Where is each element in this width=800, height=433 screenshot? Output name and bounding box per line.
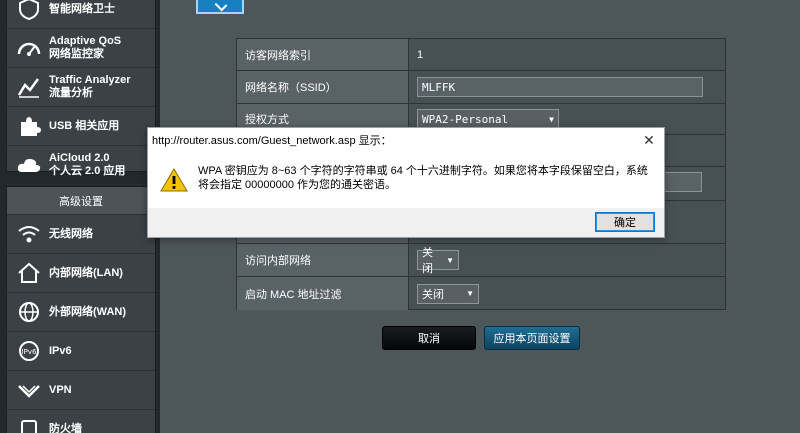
sidebar-item-label: VPN <box>49 383 72 396</box>
chevron-down-icon: ▼ <box>466 289 474 298</box>
sidebar-item-sublabel: 网络监控家 <box>49 48 104 60</box>
sidebar-item-label: 内部网络(LAN) <box>49 266 123 279</box>
alert-dialog: http://router.asus.com/Guest_network.asp… <box>147 127 665 238</box>
sidebar-item-label: 无线网络 <box>49 227 93 240</box>
ssid-label: 网络名称（SSID） <box>237 71 409 103</box>
sidebar-item-aicloud[interactable]: AiCloud 2.0 个人云 2.0 应用 <box>7 146 155 185</box>
sidebar-item-sublabel: 流量分析 <box>49 87 93 99</box>
dialog-title: http://router.asus.com/Guest_network.asp… <box>148 128 664 152</box>
form-row-ssid: 网络名称（SSID） MLFFK <box>237 71 725 104</box>
close-icon[interactable]: ✕ <box>640 131 658 149</box>
sidebar-item-network-guard[interactable]: 智能网络卫士 <box>7 0 155 29</box>
access-intranet-cell: 关闭 ▼ <box>409 244 725 276</box>
sidebar: 智能网络卫士 Adaptive QoS 网络监控家 Traffic Analyz… <box>0 0 160 433</box>
chart-icon <box>15 74 43 100</box>
sidebar-item-wan[interactable]: 外部网络(WAN) <box>7 293 155 332</box>
sidebar-item-usb-apps[interactable]: USB 相关应用 <box>7 107 155 146</box>
cancel-button[interactable]: 取消 <box>382 326 476 350</box>
sidebar-item-wireless[interactable]: 无线网络 <box>7 215 155 254</box>
advanced-menu: 高级设置 无线网络 内部网络(LAN) 外部网络(WAN) IPv6 IPv6 <box>6 186 156 433</box>
ok-button[interactable]: 确定 <box>595 212 655 232</box>
sidebar-item-traffic-analyzer[interactable]: Traffic Analyzer 流量分析 <box>7 68 155 107</box>
access-intranet-value: 关闭 <box>422 247 433 275</box>
sidebar-item-firewall[interactable]: 防火墙 <box>7 410 155 433</box>
sidebar-item-label: IPv6 <box>49 344 72 357</box>
sidebar-item-label: Traffic Analyzer <box>49 74 131 86</box>
access-intranet-label: 访问内部网络 <box>237 244 409 276</box>
shield-icon <box>15 0 43 22</box>
sidebar-item-label: 防火墙 <box>49 422 82 433</box>
sidebar-item-label: 外部网络(WAN) <box>49 305 126 318</box>
guest-index-value: 1 <box>417 48 424 61</box>
access-intranet-select[interactable]: 关闭 ▼ <box>417 247 459 275</box>
advanced-settings-header: 高级设置 <box>7 187 155 215</box>
speedometer-icon <box>15 35 43 61</box>
form-row-mac-filter: 启动 MAC 地址过滤 关闭 ▼ <box>237 277 725 310</box>
form-row-index: 访客网络索引 1 <box>237 39 725 71</box>
general-menu: 智能网络卫士 Adaptive QoS 网络监控家 Traffic Analyz… <box>6 0 156 185</box>
sidebar-item-vpn[interactable]: VPN <box>7 371 155 410</box>
puzzle-icon <box>15 113 43 139</box>
ipv6-icon: IPv6 <box>15 338 43 364</box>
page-header-icon <box>196 0 244 14</box>
vpn-icon <box>15 377 43 403</box>
dialog-footer: 确定 <box>148 208 664 237</box>
home-icon <box>15 260 43 286</box>
warning-icon <box>160 168 188 192</box>
chevron-down-icon: ▼ <box>549 114 554 124</box>
sidebar-item-label: USB 相关应用 <box>49 119 120 132</box>
guest-index-label: 访客网络索引 <box>237 39 409 70</box>
sidebar-item-ipv6[interactable]: IPv6 IPv6 <box>7 332 155 371</box>
sidebar-item-sublabel: 个人云 2.0 应用 <box>49 165 126 177</box>
firewall-icon <box>15 416 43 433</box>
sidebar-item-adaptive-qos[interactable]: Adaptive QoS 网络监控家 <box>7 29 155 68</box>
mac-filter-cell: 关闭 ▼ <box>409 277 725 310</box>
mac-filter-select[interactable]: 关闭 ▼ <box>417 283 479 304</box>
ssid-input[interactable]: MLFFK <box>417 77 703 97</box>
sidebar-item-label: AiCloud 2.0 <box>49 152 110 164</box>
auth-method-value: WPA2-Personal <box>422 112 509 126</box>
chevron-down-icon: ▼ <box>446 255 454 265</box>
dialog-message: WPA 密钥应为 8~63 个字符的字符串或 64 个十六进制字符。如果您将本字… <box>198 165 648 191</box>
sidebar-item-label: Adaptive QoS <box>49 35 122 47</box>
mac-filter-value: 关闭 <box>422 288 444 301</box>
globe-icon <box>15 299 43 325</box>
cloud-icon <box>15 152 43 178</box>
ssid-value-cell: MLFFK <box>409 71 725 103</box>
svg-text:IPv6: IPv6 <box>22 348 37 356</box>
form-row-access-intranet: 访问内部网络 关闭 ▼ <box>237 244 725 277</box>
sidebar-item-label: 智能网络卫士 <box>49 2 115 15</box>
apply-button[interactable]: 应用本页面设置 <box>484 326 580 350</box>
auth-method-select[interactable]: WPA2-Personal ▼ <box>417 109 559 129</box>
sidebar-item-lan[interactable]: 内部网络(LAN) <box>7 254 155 293</box>
mac-filter-label: 启动 MAC 地址过滤 <box>237 277 409 310</box>
wifi-icon <box>15 221 43 247</box>
